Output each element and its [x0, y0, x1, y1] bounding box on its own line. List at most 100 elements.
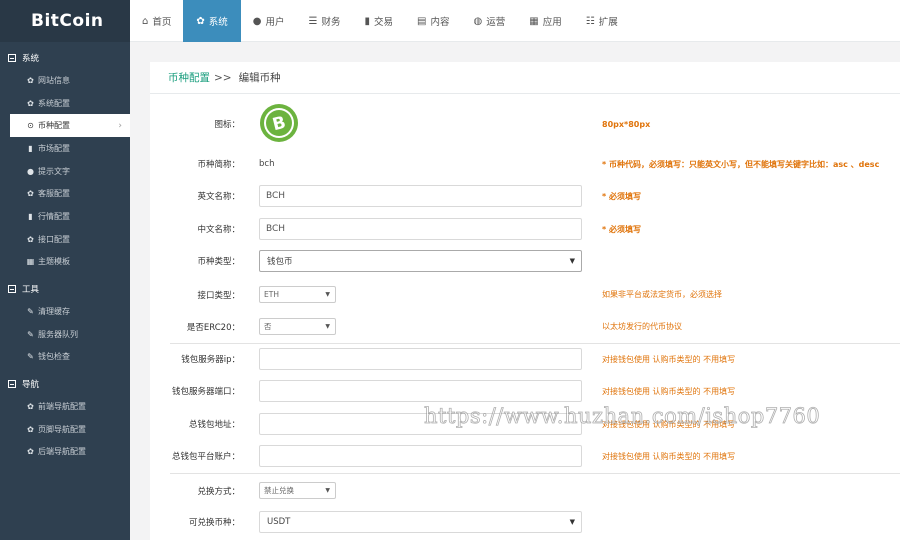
grid-icon: ▦: [529, 15, 539, 27]
wallet-account-label: 总钱包平台账户：: [171, 452, 240, 462]
bar-chart-icon: ▮: [28, 143, 33, 153]
exchange-coin-select[interactable]: USDT ▼: [259, 511, 582, 533]
nav-apps[interactable]: ▦ 应用: [517, 0, 573, 42]
sidebar-item-label: 清理缓存: [38, 307, 70, 317]
nav-trade[interactable]: ▮ 交易: [353, 0, 406, 42]
dropdown-arrow-icon: ▼: [569, 518, 575, 526]
top-nav: ⌂ 首页 ✿ 系统 ● 用户 ☰ 财务 ▮ 交易 ▤ 内容 ◍ 运营 ▦ 应用 ☷ 扩展: [130, 0, 900, 42]
coin-type-label: 币种类型：: [197, 257, 240, 267]
en-name-hint: * 必须填写: [602, 191, 641, 201]
sidebar-item-prompt-text[interactable]: ● 提示文字: [0, 160, 130, 183]
breadcrumb: 币种配置 >> 编辑币种: [150, 62, 900, 94]
nav-content[interactable]: ▤ 内容: [405, 0, 461, 42]
exchange-mode-label: 兑换方式：: [197, 486, 240, 497]
nav-extend[interactable]: ☷ 扩展: [574, 0, 630, 42]
sidebar-group-system[interactable]: 系统: [0, 46, 130, 69]
sidebar-item-label: 后端导航配置: [38, 447, 86, 457]
erc20-select[interactable]: 否 ▼: [259, 318, 336, 335]
breadcrumb-parent-link[interactable]: 币种配置: [168, 70, 210, 85]
interface-type-hint: 如果非平台或法定货币，必须选择: [602, 290, 722, 299]
coin-icon-upload[interactable]: B: [259, 103, 299, 146]
nav-operation[interactable]: ◍ 运营: [462, 0, 518, 42]
bar-chart-icon: ▮: [364, 15, 371, 27]
wallet-port-input[interactable]: [259, 380, 582, 402]
sidebar-item-system-config[interactable]: ✿ 系统配置: [0, 92, 130, 115]
coin-type-value: 钱包币: [267, 257, 293, 267]
dropdown-arrow-icon: ▼: [325, 323, 330, 330]
wallet-address-label: 总钱包地址：: [188, 420, 240, 430]
breadcrumb-separator: >>: [214, 71, 232, 84]
code-label: 币种简称：: [197, 160, 240, 170]
sidebar-item-label: 提示文字: [38, 166, 70, 176]
sidebar-item-label: 接口配置: [38, 234, 70, 244]
wallet-account-hint: 对接钱包使用 认购币类型的 不用填写: [602, 451, 736, 461]
exchange-mode-value: 禁止兑换: [264, 486, 294, 495]
sidebar-item-label: 币种配置: [38, 121, 70, 131]
sidebar-item-site-info[interactable]: ✿ 网站信息: [0, 69, 130, 92]
form-row-icon: 图标： B 80px*80px: [150, 103, 900, 146]
grid-icon: ▦: [26, 257, 35, 267]
nav-home[interactable]: ⌂ 首页: [130, 0, 183, 42]
gear-icon: ✿: [27, 234, 34, 244]
wallet-address-input[interactable]: [259, 413, 582, 435]
tasks-icon: ☷: [585, 15, 595, 27]
form-row-exchange-coin: 可兑换币种： USDT ▼: [150, 511, 900, 533]
collapse-icon: [8, 284, 16, 293]
nav-finance[interactable]: ☰ 财务: [297, 0, 353, 42]
form-row-cn-name: 中文名称： BCH * 必须填写: [150, 218, 900, 240]
form-row-coin-type: 币种类型： 钱包币 ▼: [150, 250, 900, 272]
sidebar-item-wallet-check[interactable]: ✎ 钱包检查: [0, 346, 130, 369]
nav-label: 内容: [430, 17, 450, 28]
sidebar-item-market-config[interactable]: ▮ 市场配置: [0, 137, 130, 160]
en-name-input[interactable]: BCH: [259, 185, 582, 207]
sidebar-item-footer-nav[interactable]: ✿ 页脚导航配置: [0, 418, 130, 441]
interface-type-select[interactable]: ETH ▼: [259, 286, 336, 303]
nav-user[interactable]: ● 用户: [241, 0, 297, 42]
form-row-wallet-address: 总钱包地址： 对接钱包使用 认购币类型的 不用填写: [150, 413, 900, 435]
list-icon: ☰: [308, 15, 318, 27]
sidebar-item-service-config[interactable]: ✿ 客服配置: [0, 182, 130, 205]
icon-label: 图标：: [214, 120, 240, 130]
exchange-mode-select[interactable]: 禁止兑换 ▼: [259, 482, 336, 499]
sidebar-group-navigation[interactable]: 导航: [0, 372, 130, 395]
sidebar-item-label: 行情配置: [38, 211, 70, 221]
form-row-wallet-port: 钱包服务器端口： 对接钱包使用 认购币类型的 不用填写: [150, 380, 900, 402]
cn-name-input[interactable]: BCH: [259, 218, 582, 240]
nav-system[interactable]: ✿ 系统: [183, 0, 241, 42]
sidebar-item-server-queue[interactable]: ✎ 服务器队列: [0, 323, 130, 346]
wallet-port-label: 钱包服务器端口：: [171, 387, 240, 397]
sidebar-item-api-config[interactable]: ✿ 接口配置: [0, 228, 130, 251]
nav-label: 交易: [374, 17, 394, 28]
nav-label: 用户: [265, 17, 285, 28]
code-hint: * 币种代码，必须填写：只能英文小写，但不能填写关键字比如：asc 、desc: [602, 159, 880, 169]
coin-type-select[interactable]: 钱包币 ▼: [259, 250, 582, 272]
collapse-icon: [8, 379, 16, 388]
wallet-account-input[interactable]: [259, 445, 582, 467]
collapse-icon: [8, 53, 16, 62]
sidebar-item-quote-config[interactable]: ▮ 行情配置: [0, 205, 130, 228]
en-name-label: 英文名称：: [197, 192, 240, 202]
wallet-ip-input[interactable]: [259, 348, 582, 370]
main-panel: 币种配置 >> 编辑币种 图标： B 80px*80px 币种简称： bch *…: [150, 62, 900, 540]
app-logo[interactable]: BitCoin: [0, 0, 130, 42]
form-row-exchange-mode: 兑换方式： 禁止兑换 ▼: [150, 482, 900, 499]
document-icon: ▤: [417, 15, 427, 27]
wrench-icon: ✎: [27, 352, 34, 362]
coin-code-value: bch: [259, 159, 275, 169]
dropdown-arrow-icon: ▼: [569, 257, 575, 265]
gear-icon: ✿: [27, 98, 34, 108]
sidebar-group-tools[interactable]: 工具: [0, 277, 130, 300]
sidebar-item-clear-cache[interactable]: ✎ 清理缓存: [0, 300, 130, 323]
erc20-label: 是否ERC20：: [186, 322, 240, 333]
nav-label: 应用: [542, 17, 562, 28]
form-row-wallet-account: 总钱包平台账户： 对接钱包使用 认购币类型的 不用填写: [150, 445, 900, 467]
sidebar-item-frontend-nav[interactable]: ✿ 前端导航配置: [0, 395, 130, 418]
sidebar-item-label: 客服配置: [38, 189, 70, 199]
sidebar-item-theme-template[interactable]: ▦ 主题模板: [0, 251, 130, 274]
user-icon: ●: [252, 15, 262, 27]
sidebar-group-label: 系统: [22, 53, 40, 64]
sidebar-item-coin-config[interactable]: ⊙ 币种配置 ›: [10, 114, 130, 138]
gear-icon: ✿: [27, 402, 34, 412]
sidebar-item-backend-nav[interactable]: ✿ 后端导航配置: [0, 441, 130, 464]
nav-label: 财务: [321, 17, 341, 28]
